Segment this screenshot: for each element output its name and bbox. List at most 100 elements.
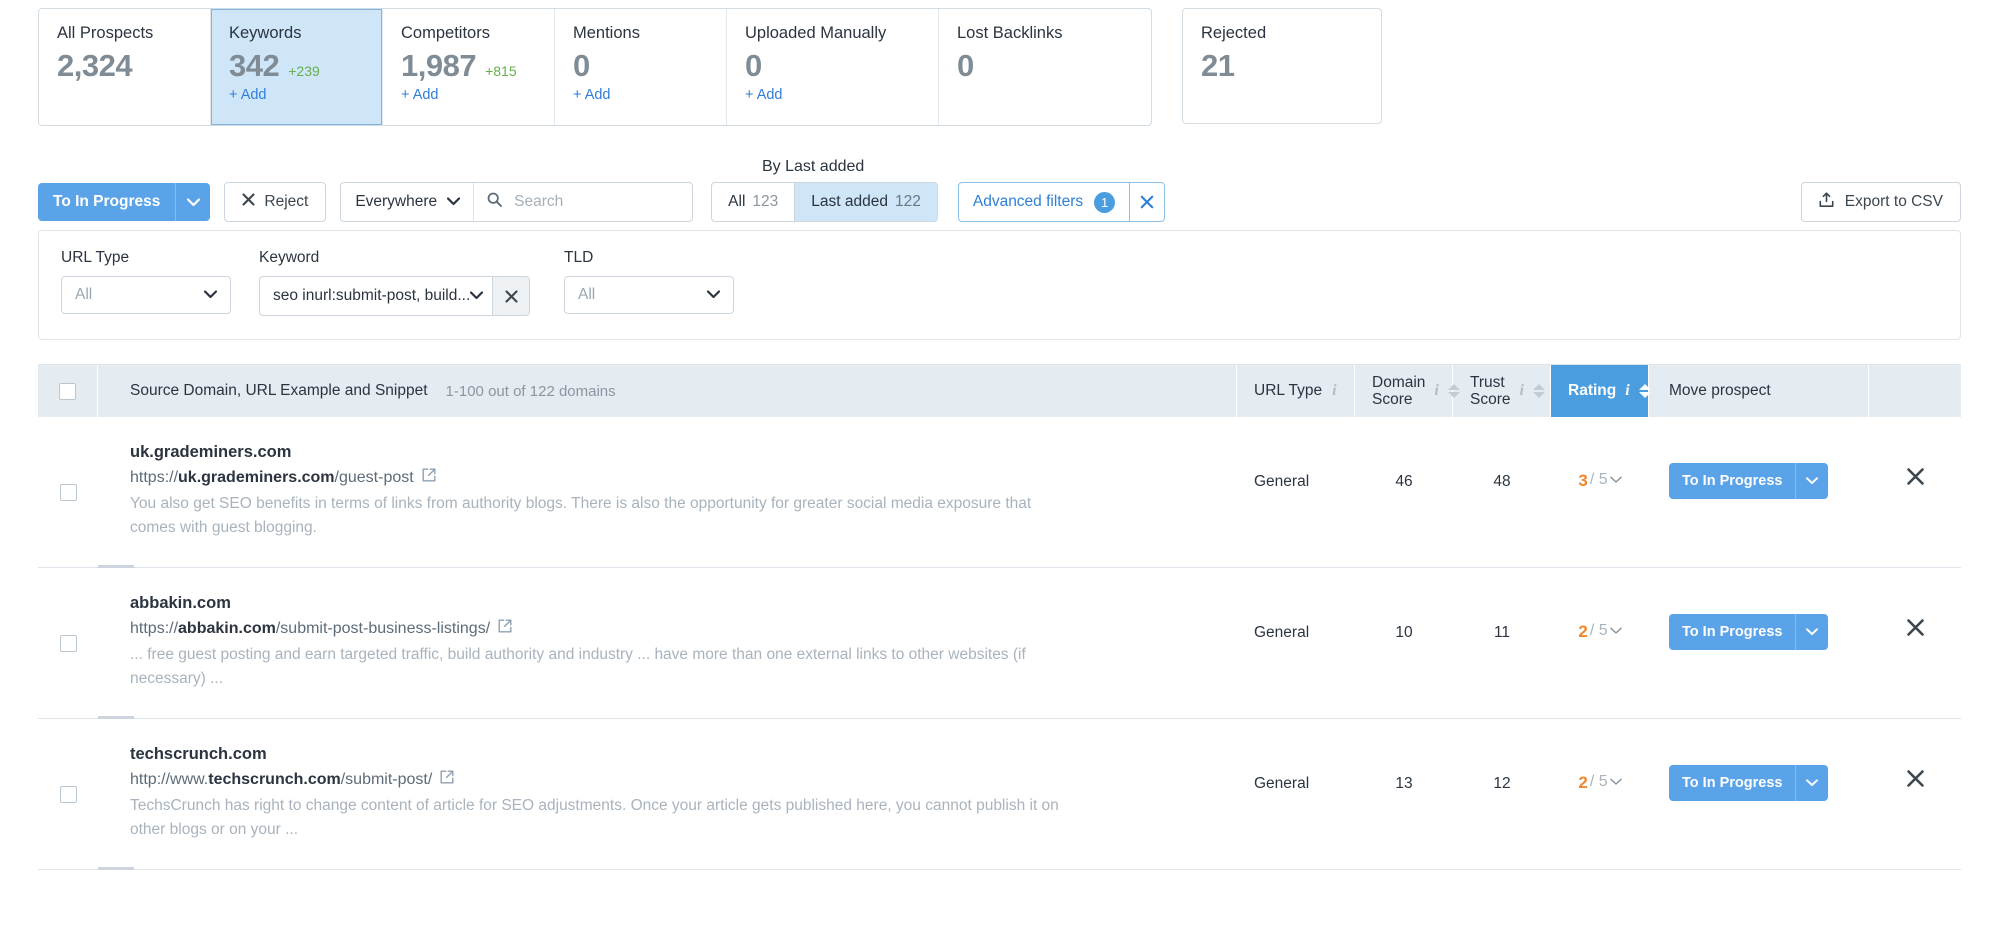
add-competitors-link[interactable]: + Add xyxy=(401,87,536,103)
keyword-select[interactable]: seo inurl:submit-post, build... xyxy=(260,277,492,315)
url-type-select[interactable]: All xyxy=(61,276,231,314)
row-move-button[interactable]: To In Progress xyxy=(1669,463,1795,499)
close-icon xyxy=(242,193,255,211)
chevron-down-icon[interactable] xyxy=(1795,614,1828,650)
row-rating[interactable]: 2 / 5 xyxy=(1551,568,1649,718)
row-checkbox[interactable] xyxy=(60,484,77,501)
chevron-down-icon[interactable] xyxy=(175,183,210,221)
row-snippet: ... free guest posting and earn targeted… xyxy=(130,643,1060,691)
row-select-cell xyxy=(38,719,98,869)
column-header-source-domain[interactable]: Source Domain, URL Example and Snippet 1… xyxy=(98,365,1237,417)
info-icon[interactable]: i xyxy=(1434,382,1438,400)
stat-card-value: 0 xyxy=(573,49,590,83)
remove-prospect-icon[interactable] xyxy=(1906,769,1925,792)
row-remove-cell xyxy=(1869,417,1961,567)
tld-select[interactable]: All xyxy=(564,276,734,314)
stat-card-label: All Prospects xyxy=(57,23,192,43)
row-move-button[interactable]: To In Progress xyxy=(1669,614,1795,650)
move-to-in-progress-button[interactable]: To In Progress xyxy=(38,183,175,221)
search-scope-select[interactable]: Everywhere xyxy=(341,183,474,221)
row-rating[interactable]: 2 / 5 xyxy=(1551,719,1649,869)
row-rating-max: / 5 xyxy=(1590,773,1608,791)
trust-score-line1: Trust xyxy=(1470,374,1505,391)
external-link-icon[interactable] xyxy=(498,619,512,638)
export-to-csv-button[interactable]: Export to CSV xyxy=(1801,182,1961,222)
move-to-in-progress-split-button[interactable]: To In Progress xyxy=(38,183,210,221)
row-url-suffix: /guest-post xyxy=(335,469,414,486)
add-mentions-link[interactable]: + Add xyxy=(573,87,708,103)
external-link-icon[interactable] xyxy=(422,468,436,487)
clear-advanced-filters-icon[interactable] xyxy=(1129,183,1164,221)
row-domain[interactable]: abbakin.com xyxy=(130,594,1203,613)
column-header-url-type[interactable]: URL Type i xyxy=(1237,365,1355,417)
clear-keyword-filter-icon[interactable] xyxy=(492,277,529,315)
row-move-split-button[interactable]: To In Progress xyxy=(1669,765,1828,801)
row-checkbox[interactable] xyxy=(60,786,77,803)
column-header-rating[interactable]: Rating i xyxy=(1551,365,1649,417)
row-checkbox[interactable] xyxy=(60,635,77,652)
stat-card-uploaded-manually[interactable]: Uploaded Manually 0 + Add xyxy=(727,9,939,125)
row-domain[interactable]: uk.grademiners.com xyxy=(130,443,1203,462)
add-keywords-link[interactable]: + Add xyxy=(229,87,364,103)
row-move-button[interactable]: To In Progress xyxy=(1669,765,1795,801)
search-scope-label: Everywhere xyxy=(355,193,437,211)
toolbar: By Last added To In Progress Reject Ever… xyxy=(0,156,1999,218)
search-input[interactable] xyxy=(512,192,679,212)
segment-all-label: All xyxy=(728,193,745,211)
stat-card-value-row: 342 +239 xyxy=(229,49,364,85)
column-header-domain-score[interactable]: Domain Score i xyxy=(1355,365,1453,417)
filter-label-keyword: Keyword xyxy=(259,249,530,267)
external-link-icon[interactable] xyxy=(440,770,454,789)
stat-card-rejected[interactable]: Rejected 21 xyxy=(1182,8,1382,124)
stat-card-lost-backlinks[interactable]: Lost Backlinks 0 xyxy=(939,9,1151,125)
add-uploaded-manually-link[interactable]: + Add xyxy=(745,87,920,103)
chevron-down-icon[interactable] xyxy=(1795,765,1828,801)
stat-card-value: 0 xyxy=(957,49,974,83)
row-domain-score: 13 xyxy=(1355,719,1453,869)
search-box[interactable] xyxy=(474,183,692,221)
column-header-source-domain-label: Source Domain, URL Example and Snippet xyxy=(130,382,428,400)
stat-card-keywords[interactable]: Keywords 342 +239 + Add xyxy=(211,9,383,125)
row-url-domain: abbakin.com xyxy=(178,620,276,637)
column-header-trust-score[interactable]: Trust Score i xyxy=(1453,365,1551,417)
column-header-url-type-label: URL Type xyxy=(1254,382,1322,400)
row-url-type: General xyxy=(1237,417,1355,567)
info-icon[interactable]: i xyxy=(1625,382,1629,400)
advanced-filters-button[interactable]: Advanced filters 1 xyxy=(959,183,1129,221)
segment-last-added-count: 122 xyxy=(895,193,921,211)
chevron-down-icon[interactable] xyxy=(1795,463,1828,499)
row-move-split-button[interactable]: To In Progress xyxy=(1669,614,1828,650)
segment-last-added[interactable]: Last added 122 xyxy=(795,183,937,221)
sort-icon[interactable] xyxy=(1533,384,1545,398)
row-rating-value: 3 xyxy=(1578,471,1587,491)
select-all-checkbox[interactable] xyxy=(59,383,76,400)
toolbar-controls: To In Progress Reject Everywhere xyxy=(38,182,1165,222)
stat-card-value: 2,324 xyxy=(57,49,132,83)
stat-card-competitors[interactable]: Competitors 1,987 +815 + Add xyxy=(383,9,555,125)
filter-label-tld: TLD xyxy=(564,249,734,267)
row-url[interactable]: https://abbakin.com/submit-post-business… xyxy=(130,619,1203,638)
row-move-cell: To In Progress xyxy=(1649,568,1869,718)
row-snippet: You also get SEO benefits in terms of li… xyxy=(130,492,1060,540)
remove-prospect-icon[interactable] xyxy=(1906,618,1925,641)
stat-card-all-prospects[interactable]: All Prospects 2,324 xyxy=(39,9,211,125)
sort-caption: By Last added xyxy=(762,158,864,176)
row-snippet: TechsCrunch has right to change content … xyxy=(130,794,1060,842)
table-row: abbakin.com https://abbakin.com/submit-p… xyxy=(38,568,1961,719)
row-remove-cell xyxy=(1869,719,1961,869)
row-move-split-button[interactable]: To In Progress xyxy=(1669,463,1828,499)
remove-prospect-icon[interactable] xyxy=(1906,467,1925,490)
row-domain[interactable]: techscrunch.com xyxy=(130,745,1203,764)
stat-card-label: Uploaded Manually xyxy=(745,23,920,43)
row-url[interactable]: https://uk.grademiners.com/guest-post xyxy=(130,468,1203,487)
row-url[interactable]: http://www.techscrunch.com/submit-post/ xyxy=(130,770,1203,789)
row-rating[interactable]: 3 / 5 xyxy=(1551,417,1649,567)
chevron-down-icon xyxy=(447,193,460,211)
reject-button[interactable]: Reject xyxy=(224,182,326,222)
upload-icon xyxy=(1819,192,1834,213)
info-icon[interactable]: i xyxy=(1520,382,1524,400)
row-url-type: General xyxy=(1237,568,1355,718)
info-icon[interactable]: i xyxy=(1332,382,1336,400)
segment-all[interactable]: All 123 xyxy=(712,183,795,221)
stat-card-mentions[interactable]: Mentions 0 + Add xyxy=(555,9,727,125)
